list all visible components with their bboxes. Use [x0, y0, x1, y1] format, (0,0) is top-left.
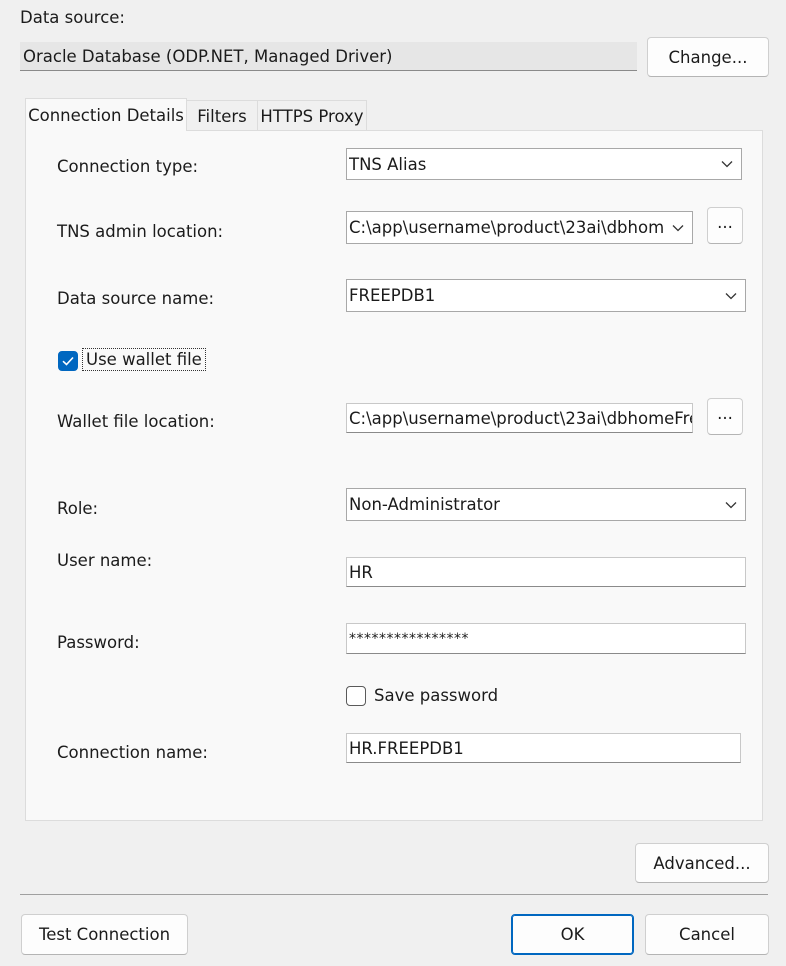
tns-admin-location-label: TNS admin location: — [57, 222, 223, 241]
tns-admin-browse-button[interactable]: ... — [707, 207, 743, 244]
chevron-down-icon — [713, 149, 741, 179]
connection-name-input[interactable]: HR.FREEPDB1 — [346, 733, 741, 763]
tab-filters[interactable]: Filters — [186, 100, 258, 131]
use-wallet-file-label[interactable]: Use wallet file — [82, 348, 206, 371]
connection-type-combobox[interactable]: TNS Alias — [346, 148, 742, 180]
user-name-label: User name: — [57, 551, 152, 570]
checkmark-icon — [59, 352, 77, 370]
wallet-file-location-input[interactable]: C:\app\username\product\23ai\dbhomeFree\… — [346, 403, 693, 433]
test-connection-button[interactable]: Test Connection — [21, 914, 188, 955]
user-name-input[interactable]: HR — [346, 557, 746, 587]
advanced-button[interactable]: Advanced... — [635, 843, 769, 883]
wallet-file-location-label: Wallet file location: — [57, 412, 215, 431]
footer-separator — [20, 894, 768, 895]
change-data-source-button[interactable]: Change... — [647, 37, 769, 77]
data-source-label: Data source: — [20, 8, 125, 27]
password-label: Password: — [57, 633, 140, 652]
tns-admin-location-combobox[interactable]: C:\app\username\product\23ai\dbhomeFree\… — [346, 211, 693, 244]
chevron-down-icon — [717, 280, 745, 311]
save-password-checkbox[interactable] — [346, 686, 366, 706]
tab-connection-details[interactable]: Connection Details — [25, 98, 187, 131]
chevron-down-icon — [717, 489, 745, 520]
data-source-name-label: Data source name: — [57, 289, 214, 308]
connection-type-label: Connection type: — [57, 157, 198, 176]
tab-https-proxy[interactable]: HTTPS Proxy — [257, 100, 367, 131]
connection-name-label: Connection name: — [57, 743, 208, 762]
cancel-button[interactable]: Cancel — [645, 914, 769, 955]
password-input[interactable]: **************** — [346, 623, 746, 654]
role-label: Role: — [57, 499, 98, 518]
data-source-value: Oracle Database (ODP.NET, Managed Driver… — [20, 42, 637, 71]
save-password-label[interactable]: Save password — [374, 686, 498, 705]
chevron-down-icon — [664, 212, 692, 243]
use-wallet-file-checkbox[interactable] — [58, 351, 78, 371]
ok-button[interactable]: OK — [511, 914, 634, 955]
data-source-name-combobox[interactable]: FREEPDB1 — [346, 279, 746, 312]
wallet-file-browse-button[interactable]: ... — [707, 398, 743, 435]
role-combobox[interactable]: Non-Administrator — [346, 488, 746, 521]
